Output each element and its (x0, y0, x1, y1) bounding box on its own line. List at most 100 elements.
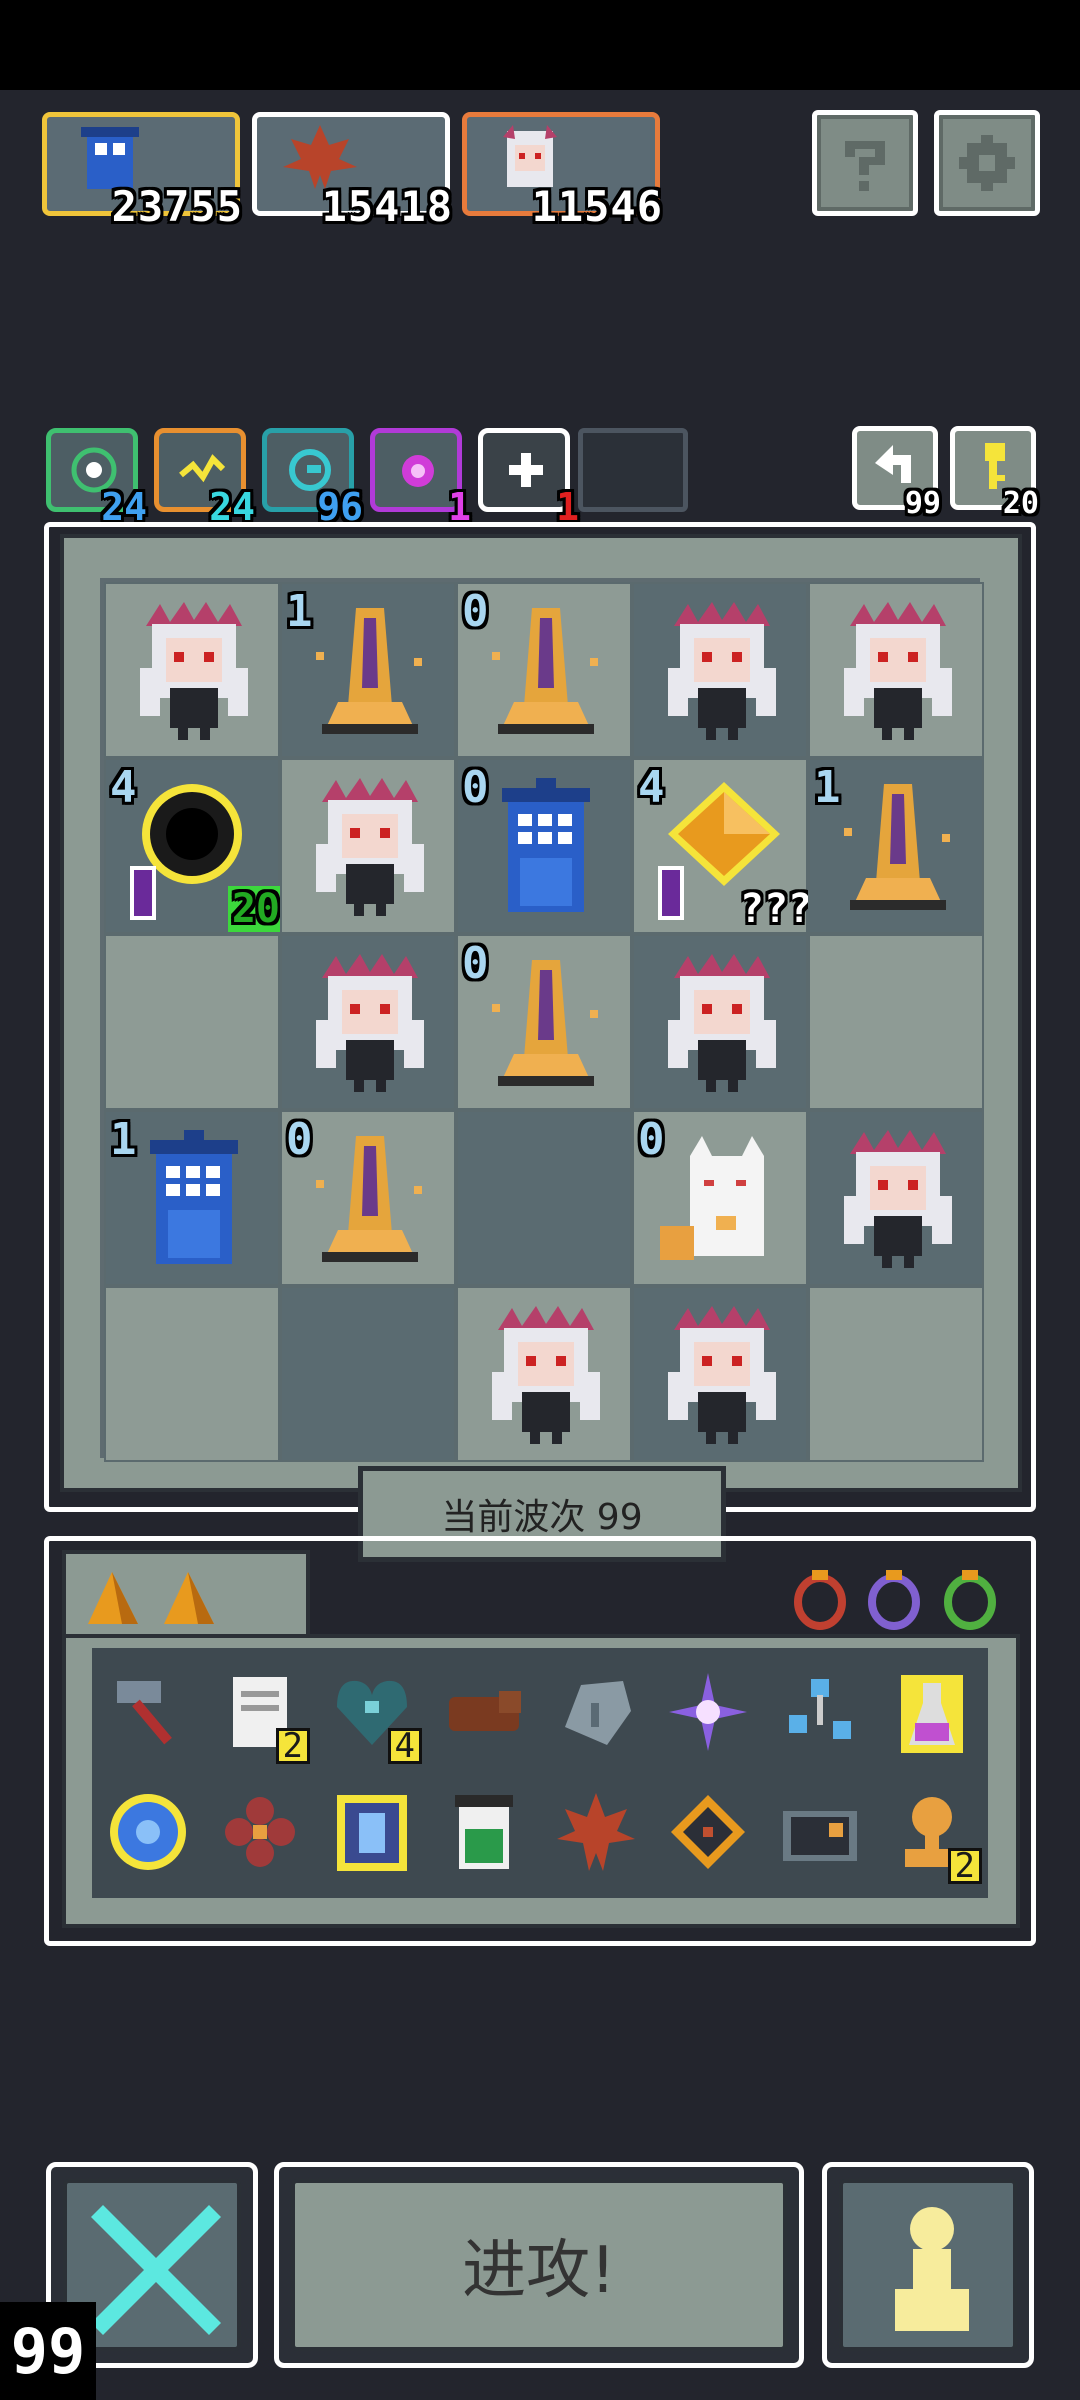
resource-phone-booth[interactable]: 23755 (42, 112, 242, 231)
potion-icon (901, 1675, 963, 1753)
grid-cell[interactable] (104, 582, 280, 758)
blue-phone-booth-icon (81, 127, 139, 189)
buff-lightning[interactable]: 24 (154, 428, 255, 529)
unit-level: 4 (110, 762, 137, 813)
wood-log-icon (449, 1691, 521, 1731)
attack-button[interactable]: 进攻! (274, 2162, 804, 2368)
grid-cell[interactable]: 4 20 (104, 758, 284, 934)
pawn-icon (895, 2207, 969, 2331)
unit-level: 1 (286, 586, 313, 637)
inventory-slot[interactable] (540, 1772, 652, 1892)
grid-cell[interactable] (280, 934, 456, 1110)
status-bar (0, 0, 1080, 90)
recycle-bin-icon (455, 1795, 513, 1869)
grid-cell[interactable] (456, 1286, 632, 1462)
buff-target[interactable]: 24 (46, 428, 147, 529)
amber-shard-icon[interactable] (82, 1568, 142, 1628)
girl-unit-icon (844, 1130, 952, 1268)
key-count: 20 (1002, 486, 1039, 521)
grid-cell[interactable]: 1 (280, 582, 456, 758)
inventory-slot[interactable] (428, 1652, 540, 1772)
grid-cell[interactable] (632, 582, 808, 758)
empty-buff-slot (578, 428, 688, 512)
fps-counter: 99 (0, 2302, 96, 2400)
girl-unit-icon (492, 1306, 600, 1444)
grid-cell[interactable] (808, 934, 984, 1110)
grid-cell[interactable] (104, 1286, 280, 1462)
unit-level: 0 (462, 762, 489, 813)
gear-icon (959, 135, 1015, 191)
blue-phone-booth-icon (502, 778, 590, 912)
settings-button[interactable] (934, 110, 1040, 216)
item-quantity: 4 (387, 1728, 422, 1764)
resource-leaf[interactable]: 15418 (252, 112, 452, 231)
lucky-cat-icon (660, 1136, 764, 1260)
grid-cell[interactable] (456, 1110, 632, 1286)
grid-cell[interactable]: 0 (632, 1110, 808, 1286)
grid-cell[interactable]: 0 (456, 582, 632, 758)
grid-cell[interactable]: 1 (808, 758, 984, 934)
unit-level: 0 (462, 586, 489, 637)
obelisk-tower-icon (492, 608, 598, 734)
girl-unit-icon (844, 602, 952, 740)
green-ring-gem-icon[interactable] (942, 1568, 998, 1630)
item-quantity: 2 (947, 1848, 982, 1884)
obelisk-tower-icon (316, 1136, 422, 1262)
grid-cell[interactable]: 0 (280, 1110, 456, 1286)
blue-phone-booth-icon (150, 1130, 238, 1264)
grid-cell[interactable]: 0 (456, 758, 632, 934)
blue-tower-card-icon (337, 1795, 407, 1871)
reroll-counter-button[interactable]: 99 (852, 426, 941, 521)
girl-unit-icon (316, 954, 424, 1092)
inventory-slot[interactable] (652, 1772, 764, 1892)
buff-orb[interactable]: 1 (370, 428, 471, 529)
inventory-slot[interactable] (540, 1652, 652, 1772)
purple-ring-gem-icon[interactable] (866, 1568, 922, 1630)
shard-tab (62, 1550, 310, 1640)
inventory-slot[interactable] (652, 1652, 764, 1772)
amber-shard-icon[interactable] (158, 1568, 218, 1628)
resource-girl[interactable]: 11546 (462, 112, 662, 231)
unit-level: 0 (286, 1114, 313, 1165)
inventory-slot[interactable] (316, 1772, 428, 1892)
unit-tag: ??? (739, 886, 812, 932)
purple-spark-icon (669, 1673, 747, 1751)
unit-level: 1 (814, 762, 841, 813)
buff-spiral[interactable]: 96 (262, 428, 363, 529)
grid-cell[interactable]: 1 (104, 1110, 280, 1286)
grid-cell[interactable] (280, 758, 456, 934)
inventory-slot[interactable] (764, 1652, 876, 1772)
inventory-slot[interactable] (876, 1652, 988, 1772)
grid-cell[interactable] (632, 934, 808, 1110)
red-ring-gem-icon[interactable] (792, 1568, 848, 1630)
key-counter-button[interactable]: 20 (950, 426, 1039, 521)
maple-leaf-icon (557, 1793, 635, 1871)
inventory-slot[interactable] (92, 1652, 204, 1772)
grid-cell[interactable] (808, 1286, 984, 1462)
girl-unit-icon (140, 602, 248, 740)
magenta-orb-icon (402, 455, 434, 487)
diamond-rune-icon (671, 1795, 745, 1869)
inventory-slot[interactable]: 2 (876, 1772, 988, 1892)
help-button[interactable] (812, 110, 918, 216)
question-icon (845, 141, 885, 191)
grid-cell[interactable] (632, 1286, 808, 1462)
grid-cell[interactable] (808, 1110, 984, 1286)
inventory-slot[interactable]: 2 (204, 1652, 316, 1772)
grid-cell[interactable]: 0 (456, 934, 632, 1110)
inventory-slot[interactable]: 4 (316, 1652, 428, 1772)
character-button[interactable] (822, 2162, 1034, 2368)
grid-cell[interactable]: 4??? (632, 758, 812, 934)
grid-cell[interactable] (104, 934, 280, 1110)
molecule-icon (789, 1679, 851, 1739)
grid-cell[interactable] (808, 582, 984, 758)
inventory-slot[interactable] (764, 1772, 876, 1892)
inventory-slot[interactable] (204, 1772, 316, 1892)
buff-star[interactable]: 1 (478, 428, 579, 529)
obelisk-tower-icon (492, 960, 598, 1086)
obelisk-tower-icon (316, 608, 422, 734)
inventory-slot[interactable] (428, 1772, 540, 1892)
grid-cell[interactable] (280, 1286, 456, 1462)
attack-label: 进攻! (462, 2234, 616, 2308)
inventory-slot[interactable] (92, 1772, 204, 1892)
